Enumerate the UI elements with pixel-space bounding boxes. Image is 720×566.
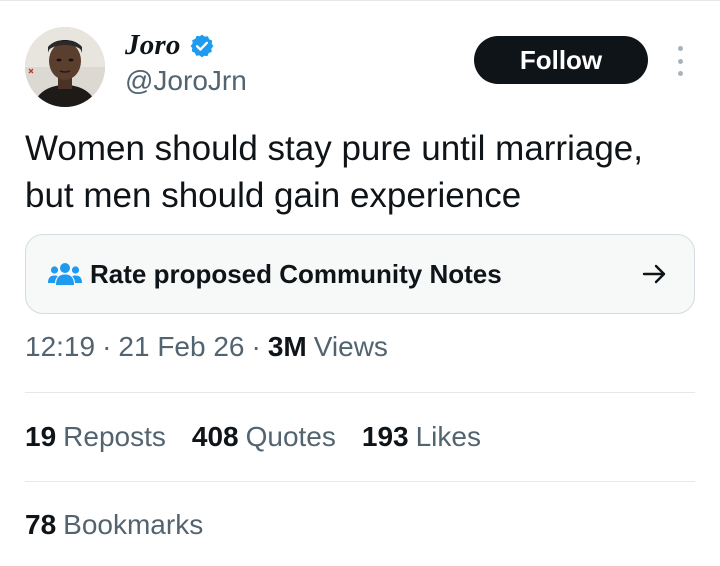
bookmarks-label: Bookmarks (63, 509, 204, 540)
reposts-count: 19 (25, 421, 57, 452)
likes-label: Likes (415, 421, 481, 452)
likes-count: 193 (361, 421, 409, 452)
quotes-count: 408 (191, 421, 239, 452)
verified-badge-icon (189, 33, 215, 59)
user-handle[interactable]: @JoroJrn (125, 65, 247, 97)
arrow-right-icon (642, 262, 668, 286)
tweet-meta: 12:19 · 21 Feb 26 · 3M Views (25, 331, 388, 363)
tweet-date[interactable]: 21 Feb 26 (118, 331, 244, 363)
quotes-stat[interactable]: 408 Quotes (192, 421, 336, 453)
reposts-stat[interactable]: 19 Reposts (25, 421, 166, 453)
more-dot (677, 58, 683, 64)
avatar[interactable] (25, 27, 105, 107)
meta-separator: · (251, 331, 261, 362)
engagement-stats: 19 Reposts 408 Quotes 193 Likes (25, 421, 507, 453)
quotes-label: Quotes (245, 421, 336, 452)
tweet-detail: Joro @JoroJrn Follow Women should stay p… (0, 0, 720, 566)
divider (25, 392, 695, 393)
avatar-image (25, 27, 105, 107)
reposts-label: Reposts (63, 421, 166, 452)
community-notes-label: Rate proposed Community Notes (90, 259, 502, 289)
display-name-row: Joro (125, 29, 215, 62)
bookmarks-count: 78 (25, 509, 57, 540)
more-dot (677, 46, 683, 51)
follow-button[interactable]: Follow (474, 36, 648, 84)
bookmarks-stat[interactable]: 78 Bookmarks (25, 509, 203, 541)
views-label: Views (313, 331, 388, 362)
more-dot (677, 71, 683, 76)
divider (25, 481, 695, 482)
meta-separator: · (102, 331, 112, 362)
people-icon (48, 261, 82, 287)
views-count: 3M (267, 331, 307, 362)
display-name[interactable]: Joro (125, 29, 181, 62)
more-options-icon[interactable] (670, 43, 690, 79)
community-notes-card[interactable]: Rate proposed Community Notes (25, 234, 695, 314)
tweet-text: Women should stay pure until marriage, b… (25, 129, 643, 215)
tweet-time[interactable]: 12:19 (25, 331, 95, 363)
likes-stat[interactable]: 193 Likes (362, 421, 481, 453)
